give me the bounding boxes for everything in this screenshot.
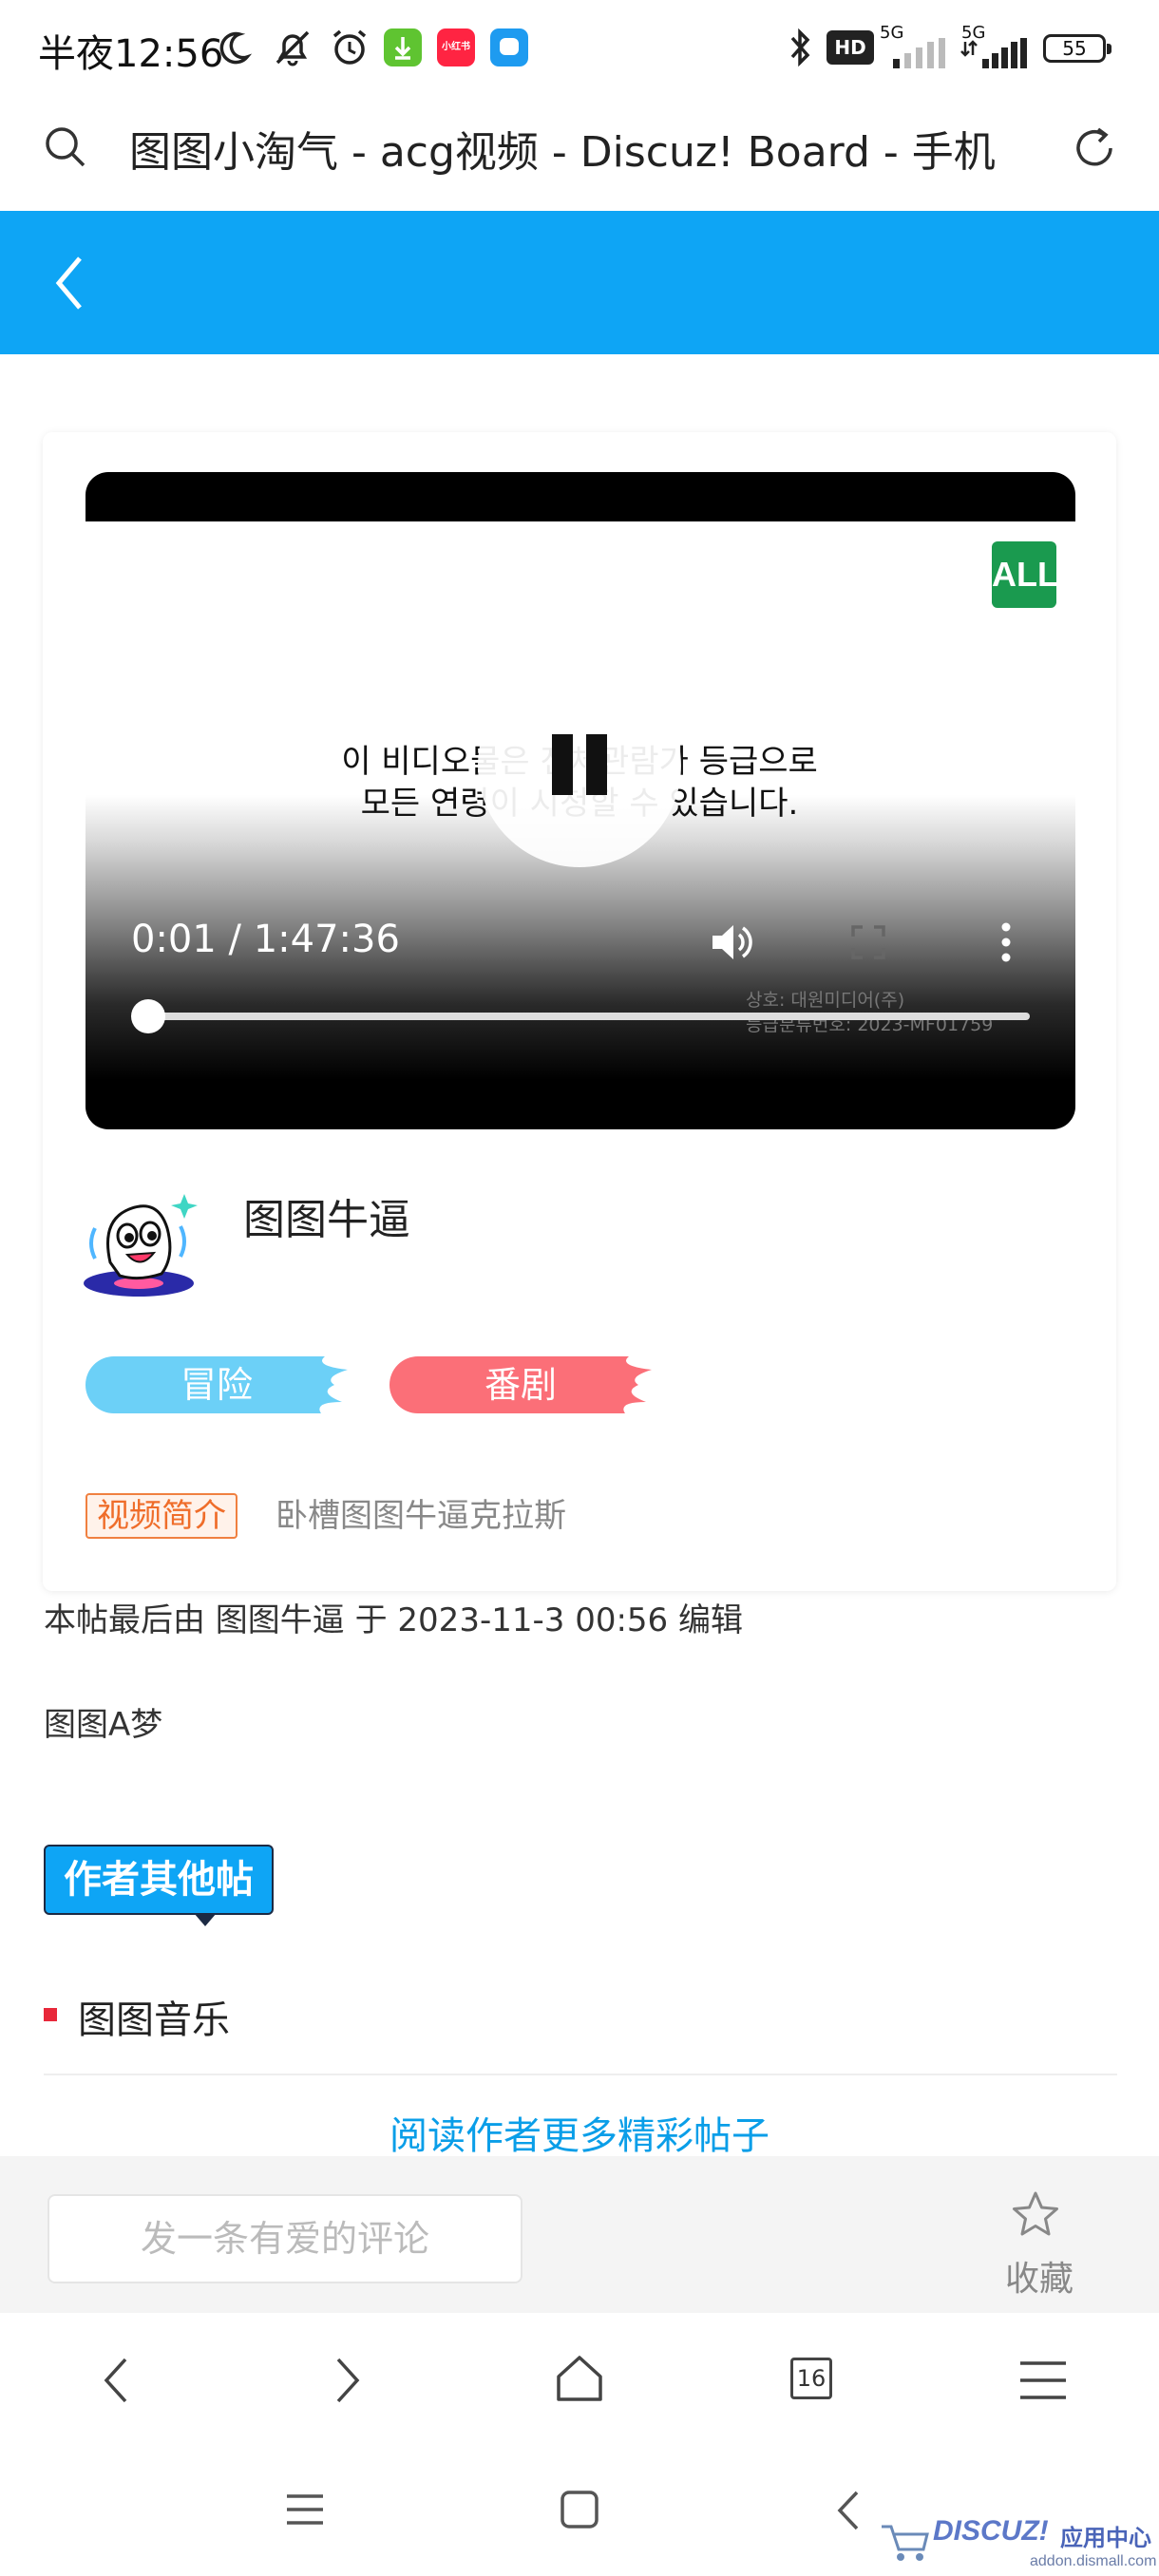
other-post-link[interactable]: 图图音乐 (78, 1989, 230, 2044)
intro-label: 视频简介 (86, 1493, 238, 1539)
download-app-icon (384, 28, 422, 66)
mute-bell-icon (276, 30, 310, 66)
page-header (0, 211, 1159, 354)
progress-track[interactable] (148, 1013, 1030, 1020)
watermark-brand: DISCUZ! (933, 2515, 1049, 2547)
signal-icon-2 (960, 38, 1027, 68)
watermark-suffix: 应用中心 (1060, 2525, 1151, 2551)
alarm-icon (332, 29, 367, 65)
other-posts-heading: 作者其他帖 (44, 1845, 274, 1915)
star-icon[interactable] (1009, 2188, 1062, 2242)
divider (44, 2074, 1117, 2075)
menu-icon[interactable] (1016, 2358, 1070, 2403)
battery-indicator: 55 (1043, 34, 1112, 63)
discuz-watermark: DISCUZ! 应用中心 addon.dismall.com (880, 2515, 1157, 2576)
video-time: 0:01 / 1:47:36 (131, 918, 400, 961)
moon-icon (219, 31, 253, 65)
list-bullet (44, 2008, 57, 2021)
status-bar: 半夜12:56 小红书 HD 5G 5G 55 (0, 0, 1159, 95)
search-icon[interactable] (42, 123, 89, 171)
browser-back-icon[interactable] (99, 2354, 133, 2407)
cart-logo-icon (882, 2525, 929, 2561)
fullscreen-icon[interactable] (849, 923, 887, 961)
back-arrow-icon[interactable] (51, 253, 89, 313)
pause-button[interactable] (478, 664, 681, 867)
message-app-icon (490, 28, 528, 66)
author-avatar[interactable] (82, 1183, 205, 1306)
rating-badge: ALL (992, 541, 1058, 608)
browser-address-bar: 图图小淘气 - acg视频 - Discuz! Board - 手机 (0, 95, 1159, 211)
status-time: 半夜12:56 (38, 32, 224, 76)
favorite-label[interactable]: 收藏 (1005, 2251, 1074, 2301)
tag-adventure[interactable]: 冒险 (86, 1356, 348, 1413)
refresh-icon[interactable] (1068, 122, 1121, 175)
intro-text: 卧槽图图牛逼克拉斯 (276, 1497, 566, 1535)
browser-forward-icon[interactable] (331, 2354, 365, 2407)
author-name[interactable]: 图图牛逼 (243, 1185, 410, 1246)
system-back-icon[interactable] (834, 2487, 863, 2534)
read-more-link[interactable]: 阅读作者更多精彩帖子 (0, 2105, 1159, 2160)
comment-input[interactable]: 发一条有爱的评论 (48, 2194, 522, 2283)
more-options-icon[interactable] (992, 918, 1020, 967)
tabs-button[interactable]: 16 (790, 2358, 832, 2399)
page-title-url[interactable]: 图图小淘气 - acg视频 - Discuz! Board - 手机 (129, 123, 1032, 182)
bluetooth-icon (790, 28, 810, 67)
volume-icon[interactable] (707, 918, 756, 967)
progress-knob[interactable] (131, 999, 165, 1033)
watermark-site: addon.dismall.com (1030, 2553, 1157, 2569)
home-icon[interactable] (553, 2352, 606, 2405)
edit-note: 本帖最后由 图图牛逼 于 2023-11-3 00:56 编辑 (44, 1601, 743, 1639)
tag-anime[interactable]: 番剧 (390, 1356, 652, 1413)
recent-apps-icon[interactable] (283, 2491, 327, 2529)
system-home-icon[interactable] (559, 2489, 600, 2530)
signal-icon-1 (893, 38, 945, 68)
hd-voice-icon: HD (826, 30, 874, 65)
xiaohongshu-icon: 小红书 (437, 28, 475, 66)
post-body: 图图A梦 (44, 1706, 163, 1744)
pause-icon (552, 734, 573, 795)
